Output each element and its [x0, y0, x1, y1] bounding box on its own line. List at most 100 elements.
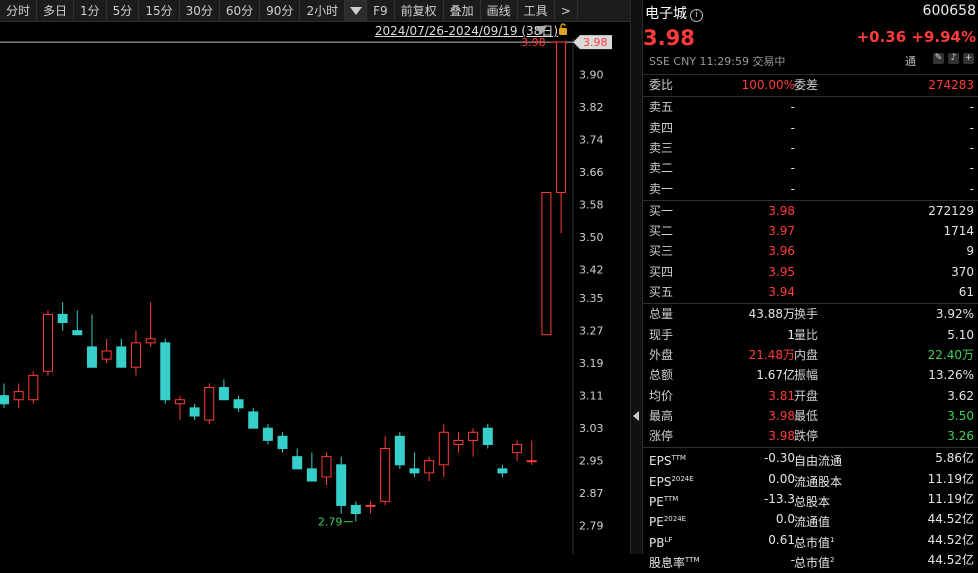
candle-body[interactable]	[512, 443, 523, 454]
candle-body[interactable]	[424, 460, 435, 474]
candle-body[interactable]	[0, 395, 9, 405]
candle-body[interactable]	[42, 313, 53, 372]
candle-body[interactable]	[160, 342, 171, 401]
candle-body[interactable]	[72, 330, 83, 336]
candle-body[interactable]	[204, 387, 215, 421]
add-icon[interactable]: +	[963, 53, 974, 64]
buy-volume: 370	[951, 264, 974, 279]
candle-body[interactable]	[101, 350, 112, 360]
candle-body[interactable]	[380, 448, 391, 502]
stat-row: 最高 3.98 最低 3.50	[643, 406, 978, 426]
candle-body[interactable]	[321, 456, 332, 478]
period-tab-4[interactable]: 15分	[139, 0, 180, 21]
candle-body[interactable]	[174, 399, 185, 405]
candle-body[interactable]	[233, 399, 244, 409]
period-tab-2[interactable]: 1分	[74, 0, 107, 21]
candle-body[interactable]	[218, 387, 229, 401]
sell-volume: -	[969, 120, 974, 135]
candle-body[interactable]	[116, 346, 127, 368]
bell-icon[interactable]: ♪	[948, 53, 959, 64]
period-tab-6[interactable]: 60分	[220, 0, 261, 21]
stat-label-2: 跌停	[794, 429, 819, 444]
period-tab-7[interactable]: 90分	[260, 0, 301, 21]
candle-body[interactable]	[497, 468, 508, 474]
weibi-value: 100.00%	[741, 78, 795, 92]
connect-badge[interactable]: 通	[905, 53, 916, 69]
sell-row: 卖四 - -	[643, 118, 978, 138]
quote-panel: 电子城 i 600658 3.98 +0.36 +9.94% SSE CNY 11…	[643, 0, 978, 570]
buy-price: 3.96	[768, 244, 795, 259]
current-price: 3.98	[643, 26, 695, 50]
sell-price: -	[790, 140, 795, 155]
more-periods-dropdown[interactable]	[345, 0, 368, 21]
toolbar-item-5[interactable]: >	[555, 0, 578, 21]
buy-volume: 61	[958, 285, 974, 299]
collapse-arrow-icon[interactable]	[633, 411, 639, 421]
stat-value-2: 3.50	[947, 408, 974, 423]
edit-icon[interactable]: ✎	[933, 53, 944, 64]
toolbar-item-1[interactable]: 前复权	[395, 0, 444, 21]
fund-row: 股息率TTM - 总市值2 44.52亿	[643, 550, 978, 570]
candle-body[interactable]	[556, 41, 567, 193]
stat-row: 现手 1 量比 5.10	[643, 325, 978, 345]
sell-price: -	[790, 181, 795, 196]
candle-body[interactable]	[438, 431, 449, 466]
candle-body[interactable]	[130, 342, 141, 368]
fund-row: PETTM -13.3 总股本 11.19亿	[643, 489, 978, 509]
toolbar-item-2[interactable]: 叠加	[444, 0, 481, 21]
fund-value: -0.30	[763, 451, 795, 466]
candle-body[interactable]	[262, 427, 273, 441]
candle-body[interactable]	[248, 411, 259, 429]
candle-body[interactable]	[13, 391, 24, 401]
fund-value: 0.61	[768, 532, 795, 547]
candle-body[interactable]	[28, 374, 39, 401]
candle-body[interactable]	[394, 435, 405, 466]
candle-body[interactable]	[57, 313, 68, 324]
stat-value: 3.98	[768, 408, 795, 423]
fund-row: PE2024E 0.0 流通值 44.52亿	[643, 509, 978, 529]
info-icon[interactable]: i	[690, 9, 703, 22]
candle-body[interactable]	[482, 427, 493, 445]
sell-volume: -	[969, 100, 974, 115]
stat-value: 21.48万	[748, 347, 795, 362]
toolbar-item-0[interactable]: F9	[367, 0, 395, 21]
period-tab-0[interactable]: 分时	[0, 0, 38, 21]
sell-row: 卖五 - -	[643, 97, 978, 117]
toolbar-item-4[interactable]: 工具	[518, 0, 555, 21]
candle-body[interactable]	[453, 439, 464, 445]
candle-body[interactable]	[86, 346, 97, 368]
stat-value-2: 3.26	[947, 429, 974, 444]
stat-label-2: 振幅	[794, 368, 819, 383]
period-tab-8[interactable]: 2小时	[300, 0, 346, 21]
panel-splitter[interactable]	[630, 0, 643, 554]
sell-level-label: 卖一	[649, 181, 674, 196]
candle-body[interactable]	[145, 338, 156, 344]
candle-body[interactable]	[350, 504, 361, 515]
candle-body[interactable]	[409, 468, 420, 474]
candle-body[interactable]	[541, 191, 552, 336]
y-tick-label: 3.58	[579, 199, 604, 212]
candle-body[interactable]	[468, 431, 479, 441]
candle-body[interactable]	[306, 468, 317, 482]
candle-body[interactable]	[277, 435, 288, 450]
candle-body[interactable]	[189, 407, 200, 417]
candle-body[interactable]	[336, 464, 347, 506]
buy-level-label: 买二	[649, 224, 674, 239]
candle-body[interactable]	[526, 460, 537, 463]
period-tab-1[interactable]: 多日	[37, 0, 75, 21]
stat-label: 总额	[649, 368, 674, 383]
stat-value: 3.98	[768, 429, 795, 444]
period-tab-3[interactable]: 5分	[107, 0, 140, 21]
stat-row: 总量 43.88万 换手 3.92%	[643, 304, 978, 324]
stock-name: 电子城 i	[645, 3, 703, 23]
kline-chart[interactable]: 3.90 3.82 3.74 3.66 3.58 3.50 3.42 3.35 3.27 3.19…	[0, 22, 630, 554]
kline-chart-panel[interactable]: 2024/07/26-2024/09/19 (38日) 3.90 3.82 3.74…	[0, 22, 630, 554]
y-tick-label: 3.27	[579, 325, 604, 338]
buy-level-label: 买五	[649, 285, 674, 299]
candle-body[interactable]	[365, 504, 376, 507]
fund-row: EPSTTM -0.30 自由流通 5.86亿	[643, 448, 978, 468]
candle-body[interactable]	[292, 456, 303, 470]
fund-value: 0.00	[768, 471, 795, 486]
period-tab-5[interactable]: 30分	[180, 0, 220, 21]
toolbar-item-3[interactable]: 画线	[481, 0, 518, 21]
